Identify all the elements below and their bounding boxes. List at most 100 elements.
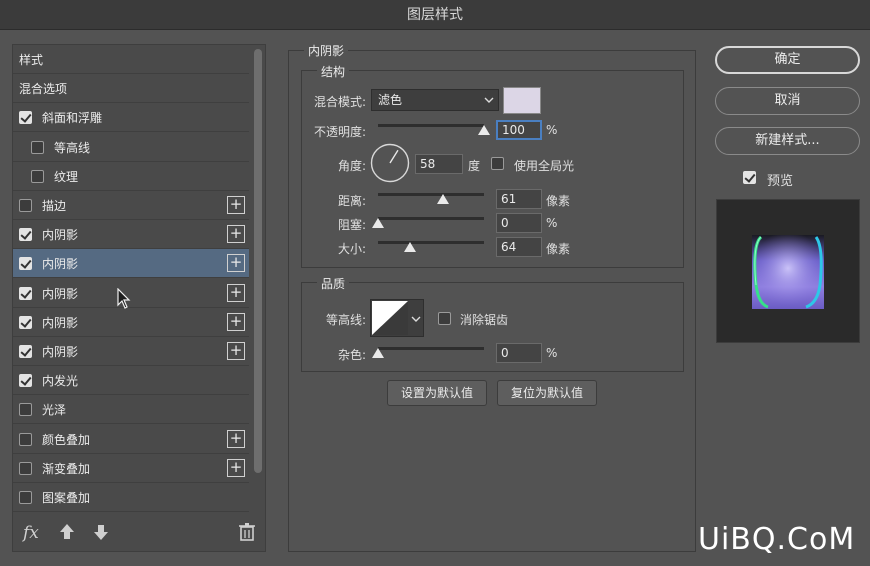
add-effect-icon[interactable]: + <box>227 430 245 448</box>
style-checkbox[interactable] <box>19 110 32 124</box>
ok-button[interactable]: 确定 <box>715 46 860 74</box>
style-list-item[interactable]: 内阴影 + <box>13 220 249 249</box>
style-list-item-label: 光泽 <box>42 402 67 417</box>
style-list-item[interactable]: 渐变叠加 + <box>13 454 249 483</box>
opacity-slider[interactable] <box>378 124 484 127</box>
trash-icon[interactable] <box>239 523 255 545</box>
add-effect-icon[interactable]: + <box>227 225 245 243</box>
watermark-text: UiBQ.CoM <box>698 522 856 557</box>
arrow-up-icon[interactable] <box>59 523 75 545</box>
style-list-item-label: 颜色叠加 <box>42 432 91 447</box>
add-effect-icon[interactable]: + <box>227 196 245 214</box>
choke-input[interactable]: 0 <box>496 213 542 233</box>
style-list-item[interactable]: 等高线 <box>13 133 249 162</box>
style-list-scrollbar[interactable] <box>253 47 263 513</box>
contour-label: 等高线: <box>325 313 366 327</box>
structure-title: 结构 <box>317 63 350 80</box>
opacity-input[interactable]: 100 <box>496 120 542 140</box>
scrollbar-thumb[interactable] <box>254 49 262 473</box>
choke-unit: % <box>546 216 558 230</box>
global-light-checkbox[interactable] <box>491 157 504 170</box>
opacity-slider-thumb[interactable] <box>478 125 490 135</box>
style-checkbox[interactable] <box>31 140 44 154</box>
style-list-item-label: 混合选项 <box>19 81 68 96</box>
style-checkbox[interactable] <box>31 169 44 183</box>
size-input[interactable]: 64 <box>496 237 542 257</box>
style-checkbox[interactable] <box>19 402 32 416</box>
style-list-item[interactable]: 光泽 <box>13 395 249 424</box>
add-effect-icon[interactable]: + <box>227 342 245 360</box>
style-list-item[interactable]: 内阴影 + <box>13 279 249 308</box>
size-slider-thumb[interactable] <box>403 242 416 252</box>
style-checkbox[interactable] <box>19 432 32 446</box>
style-checkbox[interactable] <box>19 256 32 270</box>
distance-slider-thumb[interactable] <box>436 194 449 204</box>
size-slider[interactable] <box>378 241 484 244</box>
new-style-button[interactable]: 新建样式... <box>715 127 860 155</box>
anti-alias-checkbox[interactable] <box>438 312 451 325</box>
angle-unit: 度 <box>468 159 481 173</box>
style-list-item[interactable]: 内发光 <box>13 366 249 395</box>
style-checkbox[interactable] <box>19 286 32 300</box>
style-list-item[interactable]: 颜色叠加 + <box>13 425 249 454</box>
angle-input[interactable]: 58 <box>415 154 463 174</box>
style-checkbox[interactable] <box>19 227 32 241</box>
style-list-item-label: 内发光 <box>42 373 79 388</box>
style-list-item-label: 斜面和浮雕 <box>42 110 103 125</box>
cancel-button[interactable]: 取消 <box>715 87 860 115</box>
style-list-item[interactable]: 描边 + <box>13 191 249 220</box>
chevron-down-icon <box>411 309 421 332</box>
style-list-item-label: 渐变叠加 <box>42 461 91 476</box>
style-list-item-label: 内阴影 <box>42 344 79 359</box>
style-list-item[interactable]: 混合选项 <box>13 74 249 103</box>
noise-input[interactable]: 0 <box>496 343 542 363</box>
style-list-item[interactable]: 样式 <box>13 45 249 74</box>
distance-unit: 像素 <box>546 194 571 208</box>
style-list-item[interactable]: 斜面和浮雕 <box>13 103 249 132</box>
style-list-item-label: 描边 <box>42 198 67 213</box>
section-title: 内阴影 <box>304 42 349 59</box>
anti-alias-label: 消除锯齿 <box>460 313 509 327</box>
arrow-down-icon[interactable] <box>93 523 109 545</box>
style-list-item[interactable]: 图案叠加 <box>13 483 249 512</box>
style-list-item[interactable]: 纹理 <box>13 162 249 191</box>
style-list-item-label: 样式 <box>19 52 44 67</box>
distance-input[interactable]: 61 <box>496 189 542 209</box>
chevron-down-icon <box>484 90 494 116</box>
style-list-toolbar: fx <box>13 517 265 551</box>
style-list-item-label: 内阴影 <box>42 315 79 330</box>
noise-slider[interactable] <box>378 347 484 350</box>
noise-slider-thumb[interactable] <box>372 348 384 358</box>
style-checkbox[interactable] <box>19 344 32 358</box>
style-list-item[interactable]: 内阴影 + <box>13 308 249 337</box>
reset-default-button[interactable]: 复位为默认值 <box>497 380 597 406</box>
style-list-item[interactable]: 内阴影 + <box>13 249 249 278</box>
blend-color-swatch[interactable] <box>503 87 541 114</box>
add-effect-icon[interactable]: + <box>227 313 245 331</box>
distance-slider[interactable] <box>378 193 484 196</box>
style-list-item-label: 纹理 <box>54 169 79 184</box>
fx-button[interactable]: fx <box>23 523 39 545</box>
style-checkbox[interactable] <box>19 198 32 212</box>
angle-dial[interactable] <box>370 143 410 183</box>
style-list-item[interactable]: 内阴影 + <box>13 337 249 366</box>
choke-slider-thumb[interactable] <box>372 218 384 228</box>
add-effect-icon[interactable]: + <box>227 284 245 302</box>
blend-mode-select[interactable]: 滤色 <box>371 89 499 111</box>
blend-mode-label: 混合模式: <box>313 95 366 109</box>
style-list-panel: 样式 混合选项 斜面和浮雕 等高线 纹理 描边 + 内阴影 + 内阴影 + 内阴影 + 内阴影 + 内阴影 + 内… <box>12 44 266 552</box>
add-effect-icon[interactable]: + <box>227 459 245 477</box>
preview-checkbox[interactable] <box>743 171 756 184</box>
style-checkbox[interactable] <box>19 490 32 504</box>
style-checkbox[interactable] <box>19 373 32 387</box>
preview-thumbnail-image <box>752 235 824 309</box>
set-default-button[interactable]: 设置为默认值 <box>387 380 487 406</box>
style-checkbox[interactable] <box>19 461 32 475</box>
choke-slider[interactable] <box>378 217 484 220</box>
choke-label: 阻塞: <box>337 218 366 232</box>
opacity-label: 不透明度: <box>313 125 366 139</box>
add-effect-icon[interactable]: + <box>227 254 245 272</box>
contour-picker[interactable] <box>370 299 424 337</box>
style-checkbox[interactable] <box>19 315 32 329</box>
distance-label: 距离: <box>337 194 366 208</box>
